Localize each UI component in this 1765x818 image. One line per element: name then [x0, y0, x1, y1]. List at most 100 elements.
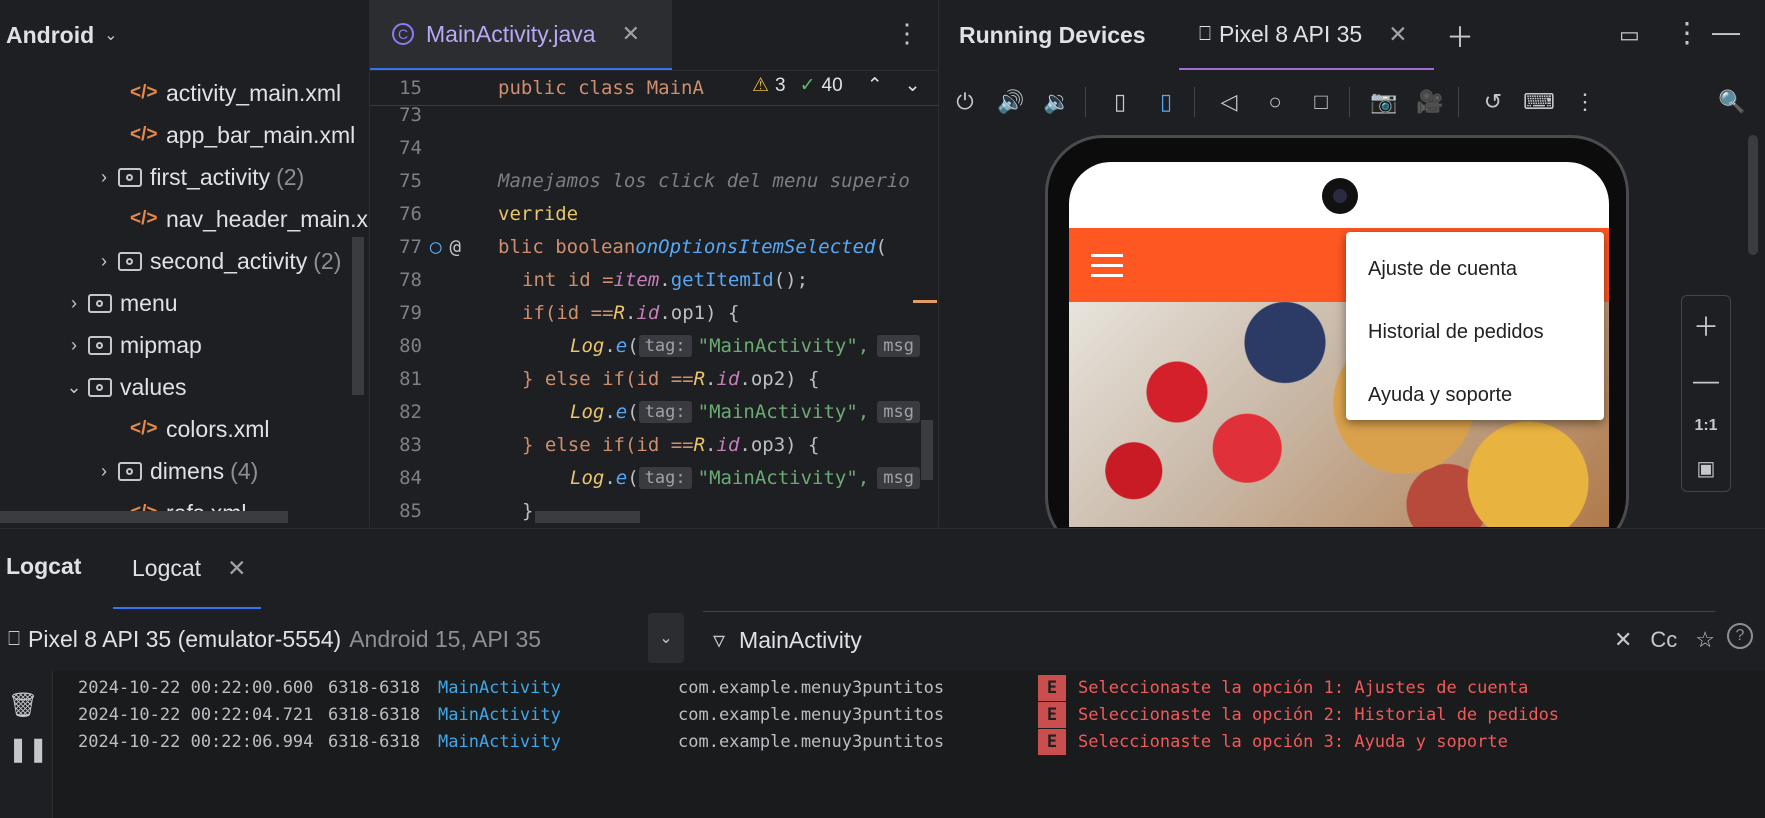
log-level-badge: E: [1038, 675, 1066, 701]
tree-item-menu[interactable]: › menu: [60, 282, 178, 324]
pause-icon[interactable]: ❚❚: [8, 735, 48, 764]
tree-item-dimens[interactable]: › dimens (4): [90, 450, 258, 492]
chevron-down-icon: ⌄: [104, 27, 118, 44]
parameter-hint: tag:: [638, 466, 692, 489]
tree-item-app-bar-main[interactable]: </> app_bar_main.xml: [130, 114, 355, 156]
chevron-right-icon[interactable]: ›: [90, 251, 118, 272]
zoom-out-icon[interactable]: —: [1693, 365, 1719, 396]
logcat-device-selector[interactable]: ⎕ Pixel 8 API 35 (emulator-5554) Android…: [8, 613, 684, 665]
help-icon[interactable]: ?: [1727, 623, 1753, 649]
editor-scrollbar[interactable]: [921, 420, 933, 480]
close-icon[interactable]: ✕: [622, 21, 640, 47]
front-camera: [1322, 178, 1358, 214]
line-number: 73: [399, 103, 422, 126]
chevron-right-icon[interactable]: ›: [60, 293, 88, 314]
home-icon[interactable]: ○: [1255, 82, 1295, 122]
reset-icon[interactable]: ↺: [1473, 82, 1513, 122]
add-device-icon[interactable]: ＋: [1446, 16, 1474, 56]
logcat-header: Logcat Logcat ✕: [0, 529, 1765, 609]
xml-file-icon: </>: [130, 418, 158, 439]
at-marker-icon[interactable]: @: [449, 236, 460, 258]
editor-tab-label: MainActivity.java: [426, 20, 596, 47]
line-number: 80: [399, 334, 422, 357]
folder-icon: [88, 335, 112, 355]
more-options-icon[interactable]: ⋮: [1565, 82, 1605, 122]
tree-item-values[interactable]: ⌄ values: [60, 366, 186, 408]
project-view-name: Android: [6, 21, 95, 48]
close-icon[interactable]: ✕: [1388, 21, 1407, 48]
tree-item-first-activity[interactable]: › first_activity (2): [90, 156, 304, 198]
tree-item-label: values: [120, 373, 187, 400]
line-number: 79: [399, 301, 422, 324]
override-marker-icon[interactable]: ◯: [430, 236, 441, 258]
tree-item-colors[interactable]: </> colors.xml: [130, 408, 270, 450]
logcat-tab[interactable]: Logcat ✕: [113, 529, 261, 609]
line-number: 75: [399, 169, 422, 192]
code-line-82: 82 Log. e( tag: "MainActivity", msg: [370, 395, 938, 428]
device-search-icon[interactable]: 🔍: [1712, 82, 1752, 122]
more-options-icon[interactable]: ⋮: [1673, 16, 1701, 49]
chevron-down-icon[interactable]: ⌄: [60, 377, 88, 398]
warnings-count: 3: [775, 74, 786, 96]
chevron-right-icon[interactable]: ›: [90, 461, 118, 482]
overview-icon[interactable]: □: [1301, 82, 1341, 122]
close-icon[interactable]: ✕: [227, 555, 246, 582]
volume-down-icon[interactable]: 🔉: [1037, 82, 1077, 122]
tree-item-nav-header-main[interactable]: </> nav_header_main.xml: [130, 198, 392, 240]
zoom-in-icon[interactable]: ＋: [1693, 307, 1719, 344]
volume-up-icon[interactable]: 🔊: [991, 82, 1031, 122]
zoom-fit-icon[interactable]: ▣: [1697, 456, 1716, 481]
code-line-76: 76 verride: [370, 197, 938, 230]
editor-horizontal-scrollbar[interactable]: [535, 511, 640, 523]
more-options-icon[interactable]: ⋮: [894, 18, 920, 49]
project-view-selector[interactable]: Android ⌄: [0, 0, 368, 70]
code-line-74: 74: [370, 131, 938, 164]
keyboard-icon[interactable]: ⌨: [1519, 82, 1559, 122]
minimize-icon[interactable]: —: [1712, 16, 1740, 48]
chevron-right-icon[interactable]: ›: [60, 335, 88, 356]
logcat-filter-value: MainActivity: [739, 626, 862, 653]
clear-filter-icon[interactable]: ✕: [1614, 627, 1632, 653]
star-icon[interactable]: ☆: [1695, 627, 1715, 653]
record-video-icon[interactable]: 🎥: [1410, 82, 1450, 122]
device-tab-pixel8[interactable]: ⎕ Pixel 8 API 35 ✕: [1179, 0, 1434, 70]
power-icon[interactable]: ⏻: [945, 82, 985, 122]
line-number: 85: [399, 499, 422, 522]
logcat-device-name: Pixel 8 API 35 (emulator-5554): [28, 625, 342, 652]
menu-item-help-support[interactable]: Ayuda y soporte: [1346, 364, 1604, 427]
chevron-right-icon[interactable]: ›: [90, 167, 118, 188]
project-scrollbar[interactable]: [352, 237, 364, 395]
line-number: 78: [399, 268, 422, 291]
chevron-down-icon[interactable]: ⌄: [648, 613, 684, 663]
window-layout-icon[interactable]: ▭: [1619, 22, 1640, 48]
hamburger-menu-icon[interactable]: [1091, 254, 1123, 277]
project-horizontal-scrollbar[interactable]: [0, 511, 288, 523]
tree-item-count: (2): [313, 247, 342, 274]
menu-item-order-history[interactable]: Historial de pedidos: [1346, 301, 1604, 364]
chevron-down-icon[interactable]: ⌄: [905, 74, 921, 97]
checks-count: 40: [821, 74, 843, 96]
editor-tab-mainactivity[interactable]: C MainActivity.java ✕: [370, 0, 672, 70]
match-case-toggle[interactable]: Cc: [1650, 627, 1677, 653]
back-icon[interactable]: ◁: [1209, 82, 1249, 122]
tree-item-label: app_bar_main.xml: [166, 121, 356, 148]
trash-icon[interactable]: 🗑: [8, 691, 38, 720]
tree-item-mipmap[interactable]: › mipmap: [60, 324, 202, 366]
chevron-up-icon[interactable]: ⌃: [867, 74, 883, 97]
tree-item-label: nav_header_main.xml: [166, 205, 393, 232]
logcat-output: 2024-10-22 00:22:00.600 6318-6318 MainAc…: [53, 671, 1765, 818]
devices-scrollbar[interactable]: [1748, 135, 1758, 255]
rotate-right-icon[interactable]: ▯: [1146, 82, 1186, 122]
logcat-filter-field[interactable]: ▿ MainActivity ✕ Cc ☆: [703, 611, 1715, 668]
warning-stripe-marker[interactable]: [913, 300, 937, 303]
zoom-actual-size-button[interactable]: 1:1: [1694, 417, 1717, 435]
rotate-left-icon[interactable]: ▯: [1100, 82, 1140, 122]
device-screen[interactable]: Ajuste de cuenta Historial de pedidos Ay…: [1069, 162, 1609, 527]
inspection-widget[interactable]: ⚠ 3 ✓ 40 ⌃ ⌄: [746, 74, 927, 97]
menu-item-account-settings[interactable]: Ajuste de cuenta: [1346, 238, 1604, 301]
logcat-title: Logcat: [6, 553, 82, 579]
tree-item-activity-main[interactable]: </> activity_main.xml: [130, 72, 341, 114]
camera-icon[interactable]: 📷: [1364, 82, 1404, 122]
tree-item-second-activity[interactable]: › second_activity (2): [90, 240, 341, 282]
folder-icon: [118, 251, 142, 271]
